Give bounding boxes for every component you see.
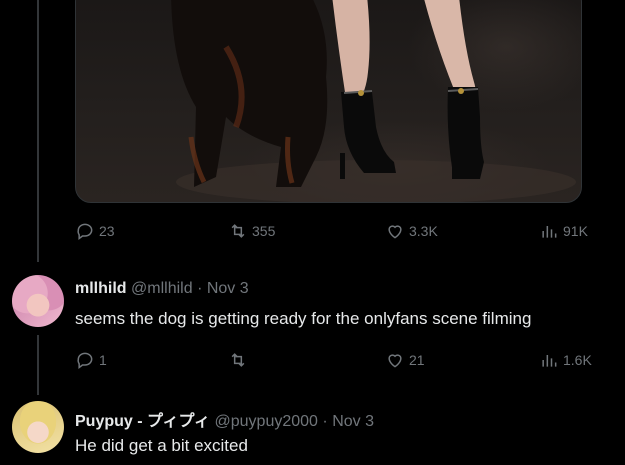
reply-button[interactable]: 1 (75, 348, 107, 372)
reply-header: mllhild @mllhild · Nov 3 (75, 280, 249, 298)
media-illustration (171, 0, 576, 202)
views-button[interactable]: 1.6K (539, 348, 592, 372)
bar-chart-icon (542, 226, 557, 238)
display-name[interactable]: Puypuy - プィプィ (75, 413, 210, 430)
like-button[interactable]: 3.3K (385, 219, 438, 243)
reply-count: 1 (99, 352, 107, 368)
retweet-button[interactable] (228, 348, 252, 372)
reply-text: seems the dog is getting ready for the o… (75, 309, 532, 328)
heart-icon (388, 225, 402, 239)
reply-date[interactable]: Nov 3 (207, 280, 249, 297)
reply-text: He did get a bit excited (75, 436, 248, 455)
view-count: 91K (563, 223, 588, 239)
reply-date[interactable]: Nov 3 (332, 413, 374, 430)
reply-item[interactable]: Puypuy - プィプィ @puypuy2000 · Nov 3 He did… (0, 395, 625, 465)
like-button[interactable]: 21 (385, 348, 425, 372)
reply-item[interactable]: mllhild @mllhild · Nov 3 seems the dog i… (0, 262, 625, 384)
reply-header: Puypuy - プィプィ @puypuy2000 · Nov 3 (75, 407, 374, 431)
speech-bubble-icon (77, 352, 93, 369)
reply-action-bar: 1 21 1.6K (75, 348, 600, 372)
retweet-button[interactable]: 355 (228, 219, 275, 243)
view-count: 1.6K (563, 352, 592, 368)
user-handle[interactable]: @puypuy2000 (215, 413, 318, 430)
retweet-arrows-icon (231, 353, 245, 367)
avatar[interactable] (12, 275, 64, 327)
heart-icon (388, 354, 402, 368)
reply-button[interactable]: 23 (75, 219, 115, 243)
tweet-media-image[interactable] (75, 0, 582, 203)
user-handle[interactable]: @mllhild (131, 280, 193, 297)
bar-chart-icon (542, 355, 557, 367)
thread-connector-line (37, 0, 39, 262)
views-button[interactable]: 91K (539, 219, 588, 243)
speech-bubble-icon (77, 223, 93, 240)
thread-connector-line (37, 335, 39, 395)
display-name[interactable]: mllhild (75, 280, 127, 297)
like-count: 21 (409, 352, 425, 368)
tweet-action-bar: 23 355 3.3K 91K (75, 219, 600, 243)
retweet-arrows-icon (231, 224, 245, 238)
separator-dot: · (197, 280, 203, 297)
reply-count: 23 (99, 223, 115, 239)
avatar[interactable] (12, 401, 64, 453)
retweet-count: 355 (252, 223, 276, 239)
like-count: 3.3K (409, 223, 438, 239)
timeline: 23 355 3.3K 91K mllhild @mllhild · Nov 3… (0, 0, 625, 465)
separator-dot: · (322, 413, 328, 430)
